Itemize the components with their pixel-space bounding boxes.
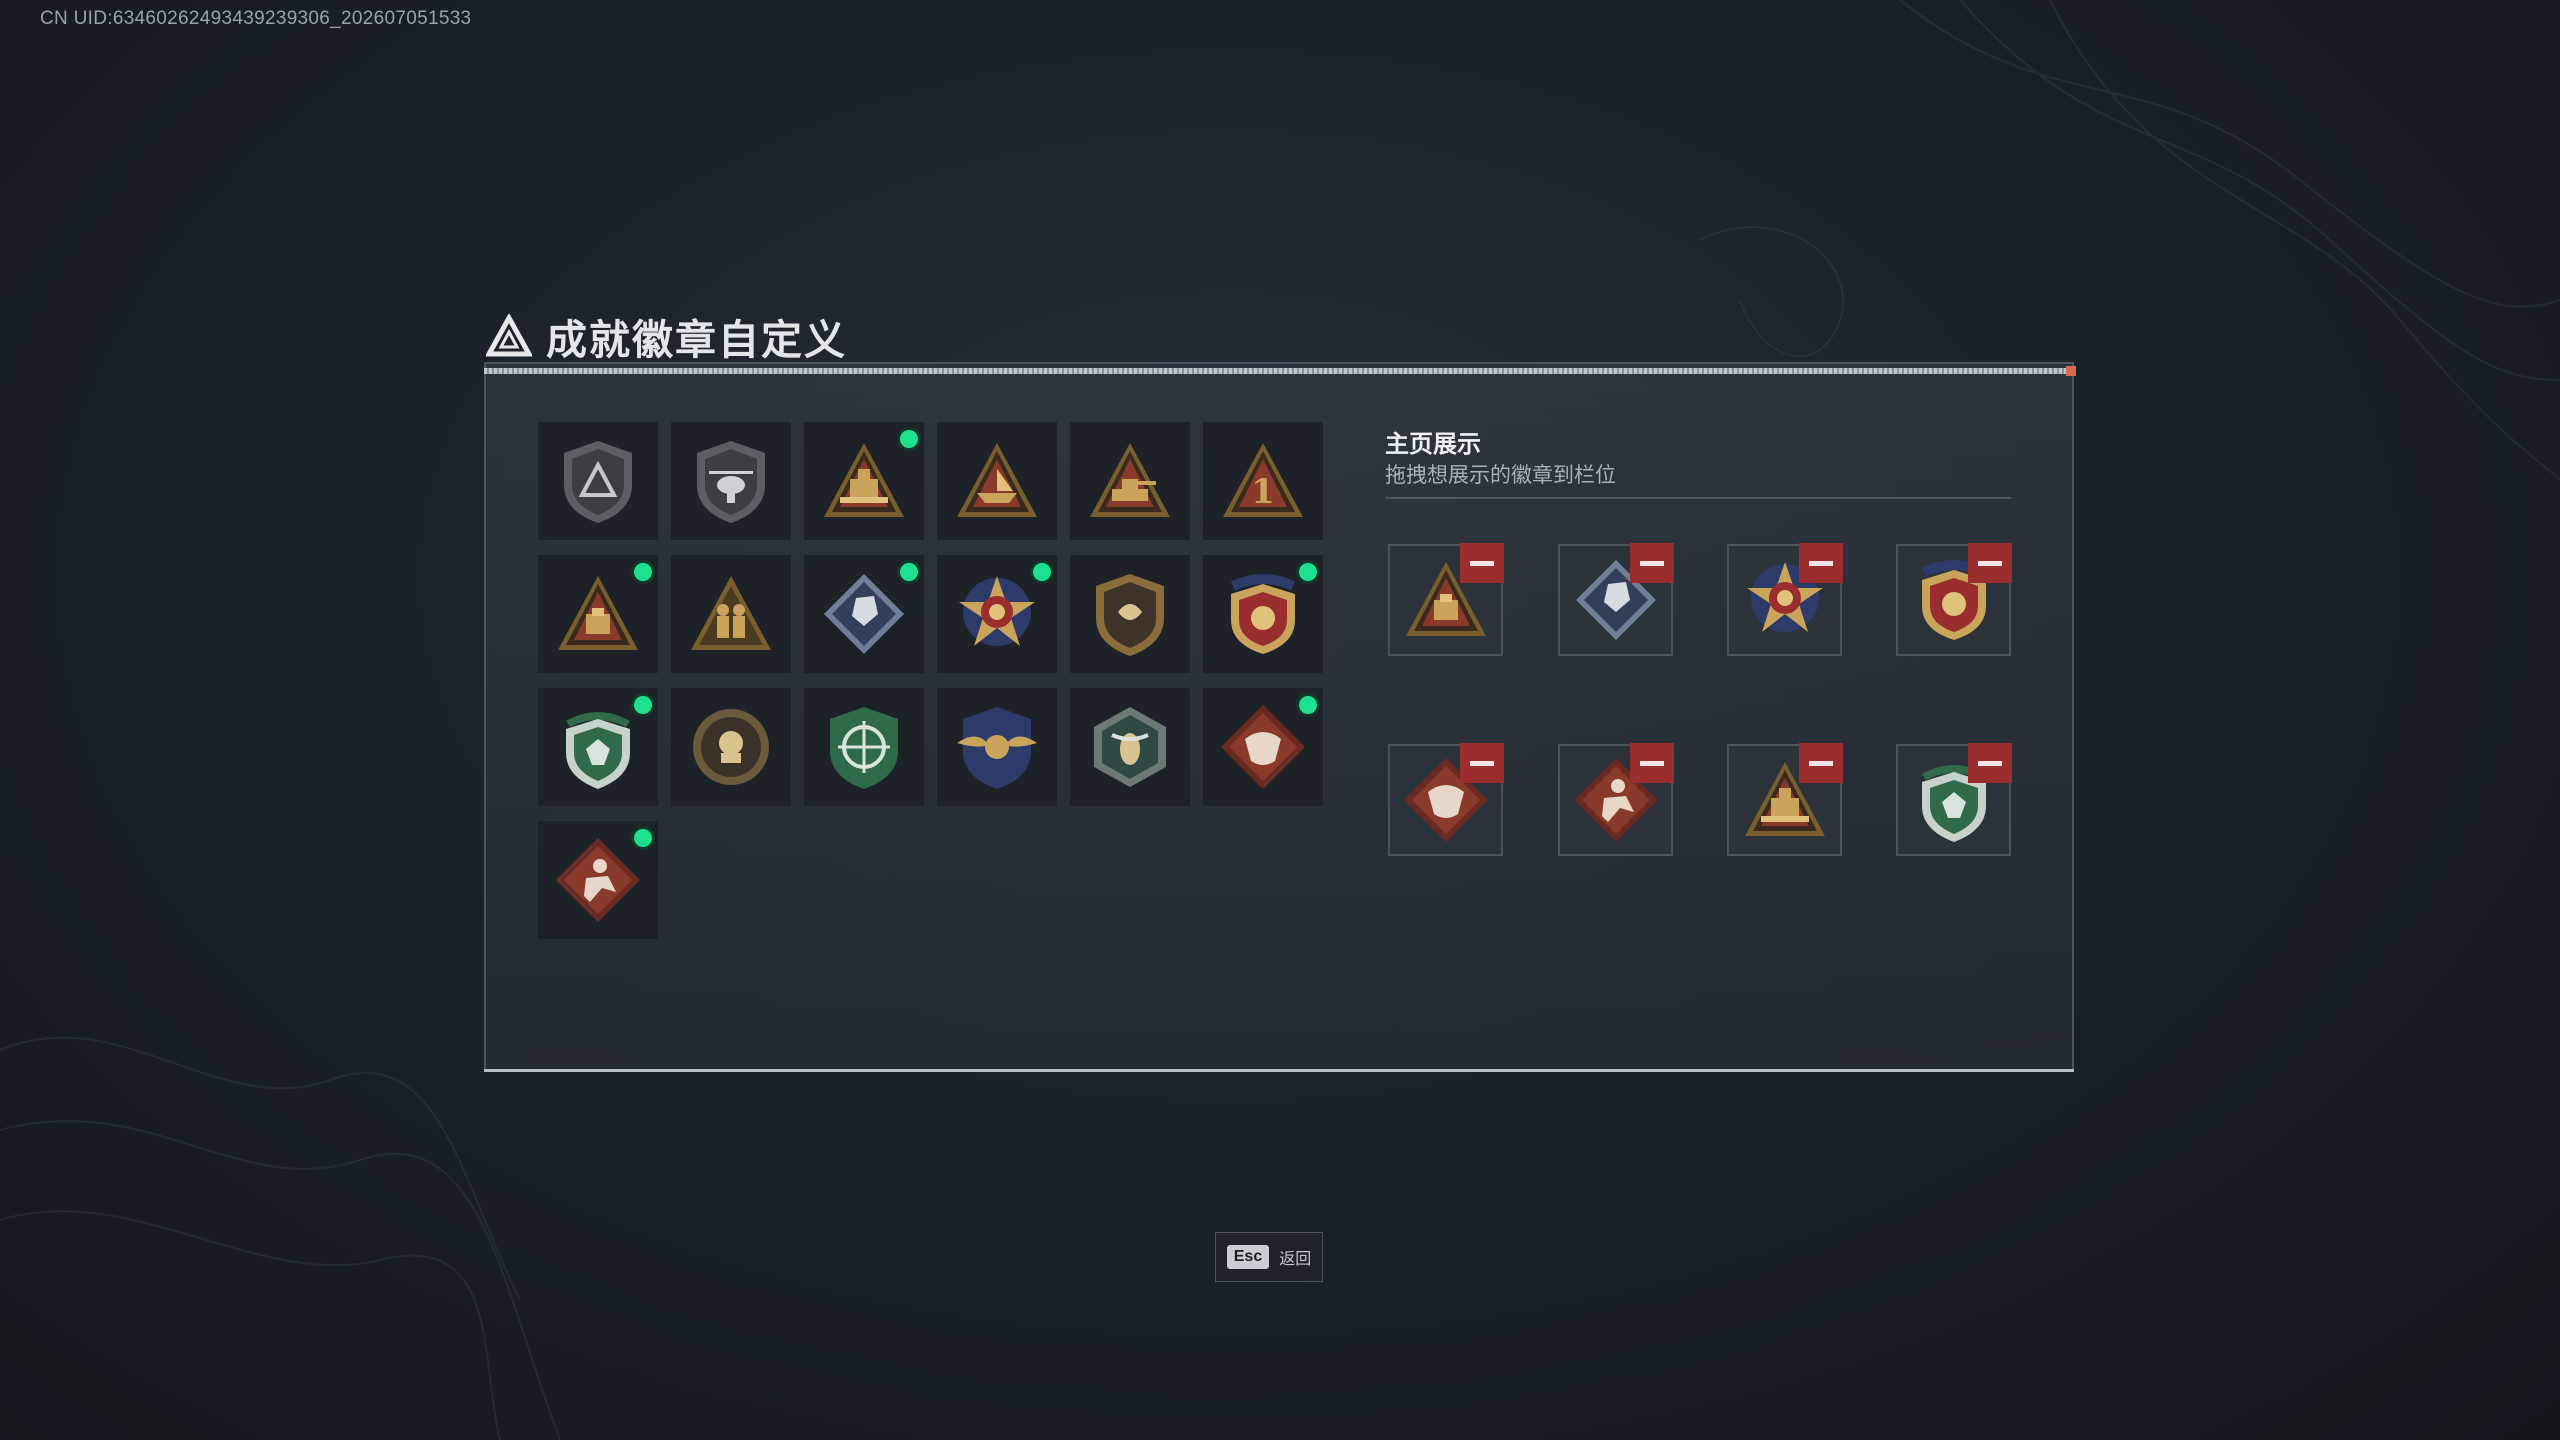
showcase-slot[interactable] (1896, 543, 2012, 656)
minus-icon (1470, 760, 1494, 766)
remove-badge-button[interactable] (1630, 743, 1674, 783)
showcase-slot[interactable] (1388, 543, 1504, 656)
gold-wings-shield-badge-icon (957, 707, 1037, 789)
boat-triangle-badge-icon (957, 443, 1037, 517)
remove-badge-button[interactable] (1968, 743, 2012, 783)
helicopter-shield-badge-icon (697, 441, 765, 523)
supply-crate-triangle-badge-icon (558, 576, 638, 650)
dragon-diamond-badge-icon (1221, 705, 1305, 789)
showcase-slot[interactable] (1727, 543, 1843, 656)
green-crosshair-shield-badge-icon (830, 707, 898, 789)
new-indicator-dot (900, 563, 918, 581)
remove-badge-button[interactable] (1968, 543, 2012, 583)
red-gold-stars-shield-badge-icon (1230, 574, 1296, 654)
badge-cell[interactable] (671, 422, 791, 540)
new-indicator-dot (634, 829, 652, 847)
remove-badge-button[interactable] (1799, 543, 1843, 583)
badge-cell[interactable] (937, 555, 1057, 673)
badge-cell[interactable] (538, 422, 658, 540)
showcase-subtitle: 拖拽想展示的徽章到栏位 (1385, 464, 1616, 487)
new-indicator-dot (634, 563, 652, 581)
user-id-text: CN UID:6346026249343923​9306_20260705153… (40, 8, 472, 29)
tank-triangle-badge-icon (1090, 443, 1170, 517)
page-header: 成就徽章自定义 (486, 306, 847, 366)
new-indicator-dot (900, 430, 918, 448)
showcase-slot[interactable] (1896, 743, 2012, 856)
triangle-logo-icon (486, 314, 532, 357)
new-indicator-dot (1299, 563, 1317, 581)
badge-cell[interactable] (1070, 688, 1190, 806)
blue-cube-diamond-badge-icon (824, 574, 904, 654)
badge-cell[interactable] (671, 688, 791, 806)
panel-top-accent (2066, 366, 2076, 376)
badge-cell[interactable] (538, 688, 658, 806)
minus-icon (1470, 560, 1494, 566)
red-star-medal-badge-icon (959, 576, 1035, 646)
runner-diamond-badge-icon (556, 838, 640, 922)
remove-badge-button[interactable] (1630, 543, 1674, 583)
badge-cell[interactable] (804, 422, 924, 540)
esc-key-hint: Esc (1226, 1245, 1270, 1269)
gold-fortress-triangle-badge-icon (824, 443, 904, 517)
back-label: 返回 (1279, 1251, 1312, 1268)
back-button[interactable]: Esc 返回 (1215, 1232, 1323, 1282)
green-beret-shield-badge-icon (566, 712, 630, 789)
showcase-slot[interactable] (1727, 743, 1843, 856)
badge-cell[interactable] (1070, 422, 1190, 540)
minus-icon (1978, 560, 2002, 566)
crest-shield-badge-icon (1096, 574, 1164, 656)
badge-cell[interactable] (1070, 555, 1190, 673)
coin-skull-badge-icon (693, 709, 769, 785)
showcase-slot[interactable] (1388, 743, 1504, 856)
badge-cell[interactable] (804, 555, 924, 673)
showcase-slot[interactable] (1558, 543, 1674, 656)
soldiers-triangle-badge-icon (691, 576, 771, 650)
minus-icon (1978, 760, 2002, 766)
badge-cell[interactable] (538, 821, 658, 939)
hornet-hexagon-badge-icon (1094, 707, 1166, 787)
badge-cell[interactable] (538, 555, 658, 673)
minus-icon (1809, 760, 1833, 766)
badge-cell[interactable] (1203, 555, 1323, 673)
badge-cell[interactable] (937, 688, 1057, 806)
badge-cell[interactable] (937, 422, 1057, 540)
remove-badge-button[interactable] (1460, 543, 1504, 583)
badge-cell[interactable]: 1 (1203, 422, 1323, 540)
showcase-title: 主页展示 (1385, 431, 1481, 458)
new-indicator-dot (634, 696, 652, 714)
new-indicator-dot (1033, 563, 1051, 581)
panel-top-bar (484, 368, 2074, 374)
number-one-triangle-badge-icon: 1 (1223, 443, 1303, 517)
new-indicator-dot (1299, 696, 1317, 714)
badge-cell[interactable] (1203, 688, 1323, 806)
showcase-slot[interactable] (1558, 743, 1674, 856)
minus-icon (1640, 760, 1664, 766)
triangle-emblem-shield-badge-icon (564, 441, 632, 523)
svg-text:1: 1 (1251, 472, 1275, 512)
remove-badge-button[interactable] (1460, 743, 1504, 783)
remove-badge-button[interactable] (1799, 743, 1843, 783)
showcase-divider (1385, 497, 2011, 499)
minus-icon (1809, 560, 1833, 566)
panel-bottom-line (484, 1069, 2074, 1072)
page-title: 成就徽章自定义 (546, 317, 847, 363)
minus-icon (1640, 560, 1664, 566)
badge-cell[interactable] (671, 555, 791, 673)
badge-cell[interactable] (804, 688, 924, 806)
